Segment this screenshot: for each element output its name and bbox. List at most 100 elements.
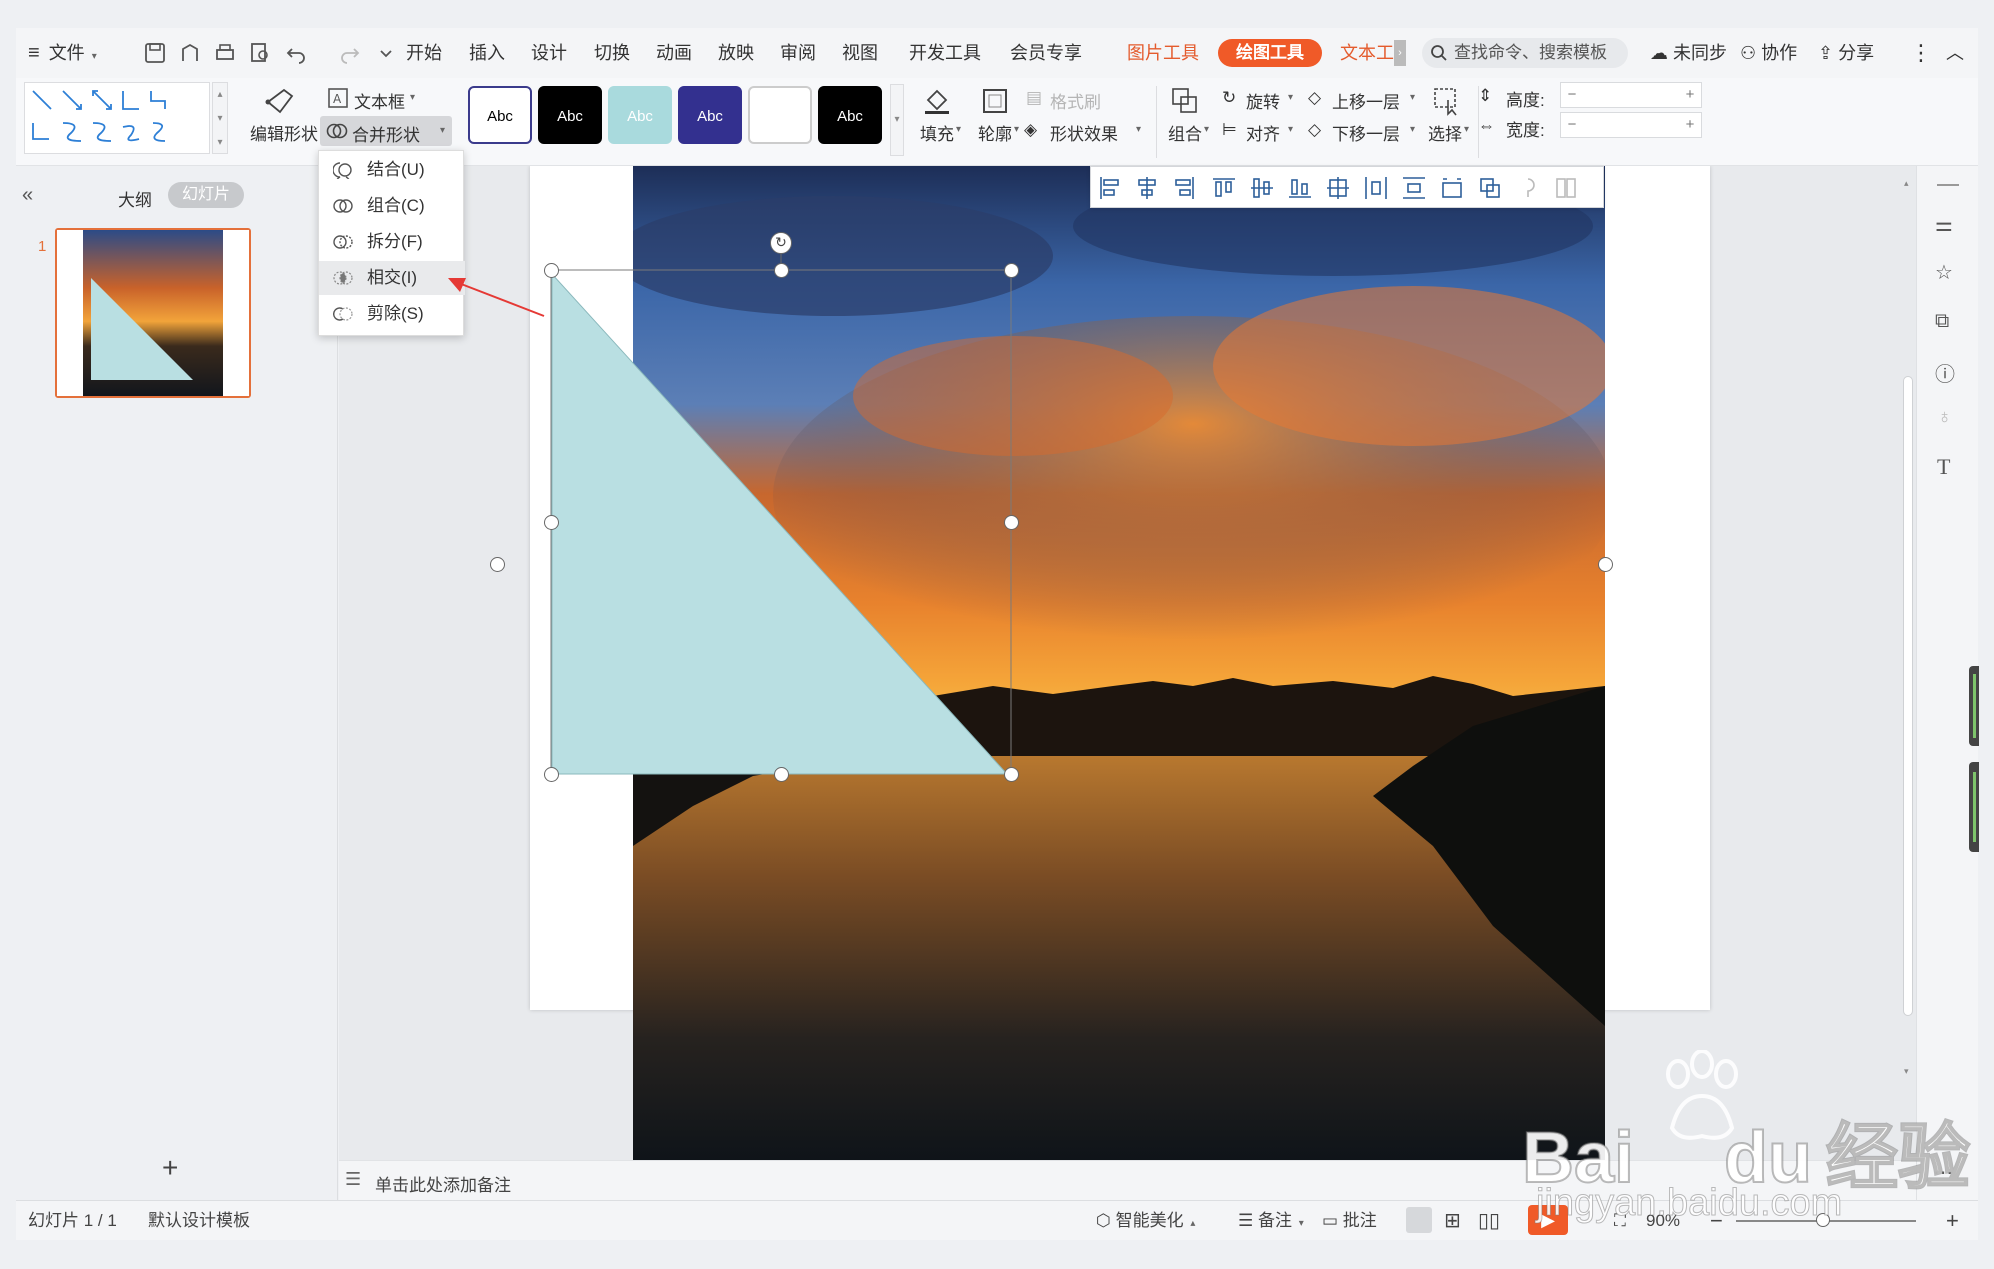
tab-transition[interactable]: 切换 xyxy=(594,28,630,78)
style-preset-6[interactable]: Abc xyxy=(818,86,882,144)
bring-forward-button[interactable]: ◇ 上移一层 ▾ xyxy=(1306,84,1420,114)
fit-window-icon[interactable]: ⛶ xyxy=(1614,1201,1626,1241)
share-button[interactable]: ⇪ 分享 xyxy=(1818,28,1874,78)
tab-design[interactable]: 设计 xyxy=(531,28,567,78)
zoom-slider-thumb[interactable] xyxy=(1816,1213,1830,1227)
resize-handle-w[interactable] xyxy=(544,515,559,530)
tab-text-tools[interactable]: 文本工 xyxy=(1340,28,1394,78)
print-icon[interactable] xyxy=(213,41,237,65)
tab-drawing-tools[interactable]: 绘图工具 xyxy=(1218,39,1322,67)
slide-sorter-icon[interactable]: ⊞ xyxy=(1444,1201,1461,1241)
send-backward-button[interactable]: ◇ 下移一层 ▾ xyxy=(1306,116,1420,146)
menu-item-union[interactable]: 结合(U) xyxy=(319,153,465,187)
smart-beautify-button[interactable]: ⬡ 智能美化 ▴ xyxy=(1096,1201,1195,1241)
style-gallery-more-icon[interactable]: ▾ xyxy=(890,84,904,156)
align-tools-icons[interactable] xyxy=(1091,167,1605,209)
notes-bar[interactable]: ☰ 单击此处添加备注 xyxy=(339,1160,1916,1200)
vertical-scrollbar[interactable]: ▴ ▾ xyxy=(1901,166,1915,1160)
tab-slideshow[interactable]: 放映 xyxy=(718,28,754,78)
more-options-icon[interactable]: ⋮ xyxy=(1910,28,1932,78)
resize-handle-sw[interactable] xyxy=(544,767,559,782)
resize-handle-e[interactable] xyxy=(1004,515,1019,530)
tab-outline[interactable]: 大纲 xyxy=(118,186,152,211)
collaborate-button[interactable]: ⚇ 协作 xyxy=(1740,28,1797,78)
slide-thumbnail-1[interactable] xyxy=(55,228,251,398)
star-icon[interactable]: ☆ xyxy=(1935,260,1953,285)
tab-view[interactable]: 视图 xyxy=(842,28,878,78)
collapse-panel-icon[interactable]: « xyxy=(22,184,33,207)
triangle-shape[interactable] xyxy=(551,272,1009,775)
search-input[interactable]: 查找命令、搜索模板 xyxy=(1422,38,1628,68)
resize-handle-s[interactable] xyxy=(774,767,789,782)
tab-slides[interactable]: 幻灯片 xyxy=(168,182,244,208)
menu-item-fragment[interactable]: 拆分(F) xyxy=(319,225,465,259)
layers-icon[interactable]: ⧉ xyxy=(1935,310,1949,333)
menu-item-combine[interactable]: 组合(C) xyxy=(319,189,465,223)
slide-canvas-area[interactable]: ↻ ▴ ▾ xyxy=(339,166,1916,1160)
zoom-level[interactable]: 90% xyxy=(1646,1201,1680,1241)
lightbulb-icon[interactable]: ♁ xyxy=(1937,406,1952,429)
save-icon[interactable] xyxy=(143,41,167,65)
edit-shape-button[interactable]: 编辑形状▾ xyxy=(234,78,329,162)
style-preset-2[interactable]: Abc xyxy=(538,86,602,144)
format-painter-button[interactable]: ▤ 格式刷 xyxy=(1024,84,1122,114)
play-slideshow-icon[interactable]: ▶ xyxy=(1528,1205,1568,1235)
height-decrement-button[interactable]: − xyxy=(1561,83,1583,107)
merge-shapes-button[interactable]: 合并形状 ▾ xyxy=(320,116,452,146)
text-icon[interactable]: T xyxy=(1937,454,1950,480)
fill-button[interactable]: 填充 ▾ xyxy=(910,78,966,162)
rotate-handle-icon[interactable]: ↻ xyxy=(770,232,792,254)
resize-handle-ne[interactable] xyxy=(1004,263,1019,278)
tab-review[interactable]: 审阅 xyxy=(780,28,816,78)
file-menu[interactable]: ≡ 文件 ▾ xyxy=(28,28,97,78)
reading-view-icon[interactable]: ▯▯ xyxy=(1478,1201,1500,1241)
photo-handle-w[interactable] xyxy=(490,557,505,572)
resize-handle-n[interactable] xyxy=(774,263,789,278)
print-preview-icon[interactable] xyxy=(248,41,272,65)
height-increment-button[interactable]: + xyxy=(1679,83,1701,107)
style-preset-4[interactable]: Abc xyxy=(678,86,742,144)
resize-handle-se[interactable] xyxy=(1004,767,1019,782)
height-stepper[interactable]: − + xyxy=(1560,82,1702,108)
style-preset-1[interactable]: Abc xyxy=(468,86,532,144)
width-stepper[interactable]: − + xyxy=(1560,112,1702,138)
tab-scroll-right-icon[interactable]: › xyxy=(1394,40,1406,66)
tab-animation[interactable]: 动画 xyxy=(656,28,692,78)
properties-icon[interactable]: ⚌ xyxy=(1935,212,1953,237)
select-button[interactable]: 选择 ▾ xyxy=(1422,78,1474,162)
sync-status[interactable]: ☁ 未同步 xyxy=(1650,28,1727,78)
style-preset-5[interactable] xyxy=(748,86,812,144)
collapse-ribbon-icon[interactable]: ︿ xyxy=(1946,28,1964,78)
more-icon[interactable]: ⋯ xyxy=(1933,1160,1953,1185)
scroll-up-icon[interactable]: ▴ xyxy=(1904,178,1909,189)
undo-icon[interactable] xyxy=(284,41,308,65)
outline-button[interactable]: 轮廓 ▾ xyxy=(968,78,1024,162)
group-button[interactable]: 组合 ▾ xyxy=(1156,78,1212,162)
textbox-button[interactable]: A 文本框 ▾ xyxy=(326,84,420,114)
help-icon[interactable]: ⓘ xyxy=(1935,358,1955,387)
tab-picture-tools[interactable]: 图片工具 xyxy=(1127,28,1199,78)
width-decrement-button[interactable]: − xyxy=(1561,113,1583,137)
photo-handle-e[interactable] xyxy=(1598,557,1613,572)
shape-effects-button[interactable]: ◈ 形状效果 ▾ xyxy=(1022,116,1150,146)
width-increment-button[interactable]: + xyxy=(1679,113,1701,137)
gallery-scroll-icon[interactable]: ▴ ▾ ▾ xyxy=(212,82,228,154)
comments-button[interactable]: ▭ 批注 xyxy=(1322,1201,1377,1241)
template-name[interactable]: 默认设计模板 xyxy=(148,1201,250,1241)
side-tab-green-2[interactable] xyxy=(1969,762,1979,852)
scroll-down-icon[interactable]: ▾ xyxy=(1904,1066,1909,1077)
tab-insert[interactable]: 插入 xyxy=(469,28,505,78)
rotate-button[interactable]: ↻ 旋转 ▾ xyxy=(1220,84,1298,114)
export-icon[interactable] xyxy=(178,41,202,65)
tab-member[interactable]: 会员专享 xyxy=(1010,28,1082,78)
scrollbar-thumb[interactable] xyxy=(1903,376,1913,1016)
normal-view-icon[interactable] xyxy=(1406,1207,1432,1233)
redo-icon[interactable] xyxy=(338,41,362,65)
tab-developer[interactable]: 开发工具 xyxy=(909,28,981,78)
customize-toolbar-icon[interactable] xyxy=(374,41,398,65)
line-shapes-gallery[interactable] xyxy=(24,82,210,154)
side-tab-green[interactable] xyxy=(1969,666,1979,746)
style-preset-3[interactable]: Abc xyxy=(608,86,672,144)
zoom-out-button[interactable]: − xyxy=(1710,1201,1723,1241)
align-button[interactable]: ⊨ 对齐 ▾ xyxy=(1220,116,1298,146)
